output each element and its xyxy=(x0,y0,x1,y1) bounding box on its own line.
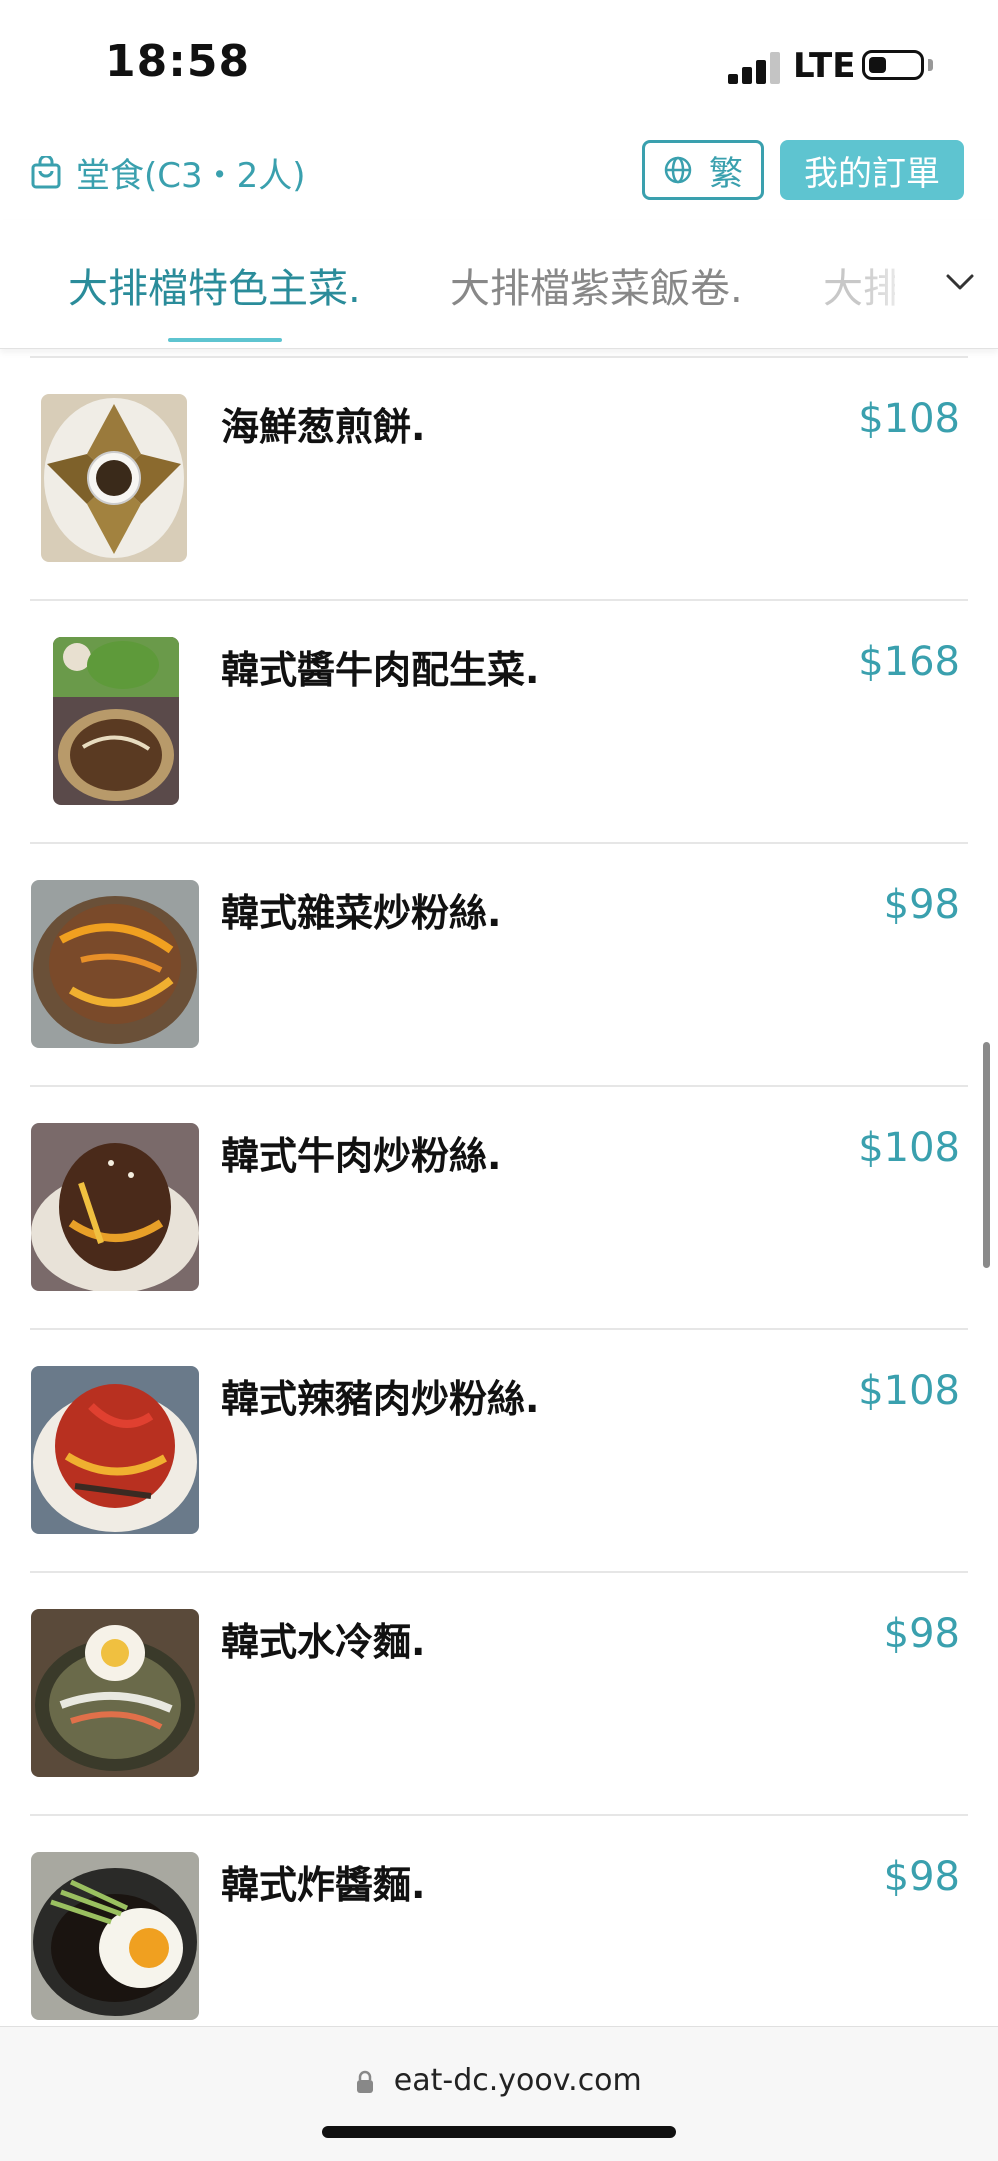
globe-icon xyxy=(664,156,692,184)
menu-item[interactable]: 韓式辣豬肉炒粉絲. $108 xyxy=(30,1330,968,1573)
my-orders-button[interactable]: 我的訂單 xyxy=(780,140,964,200)
dine-in-label: 堂食(C3・2人) xyxy=(76,156,306,196)
menu-item[interactable]: 韓式醬牛肉配生菜. $168 xyxy=(30,601,968,844)
japchae-photo xyxy=(31,880,199,1048)
scrollbar[interactable] xyxy=(983,1042,990,1268)
dish-name: 韓式雜菜炒粉絲. xyxy=(221,891,502,935)
battery-cap xyxy=(928,59,933,71)
dish-name: 海鮮葱煎餅. xyxy=(221,405,426,449)
category-tabs: 大排檔特色主菜. 大排檔紫菜飯卷. 大排 xyxy=(0,220,998,349)
dine-in-info[interactable]: 堂食(C3・2人) xyxy=(30,148,306,197)
menu-item[interactable]: 韓式水冷麵. $98 xyxy=(30,1573,968,1816)
jajangmyeon-photo xyxy=(31,1852,199,2020)
dish-name: 韓式牛肉炒粉絲. xyxy=(221,1134,502,1178)
dish-price: $108 xyxy=(858,1125,960,1171)
beef-japchae-photo xyxy=(31,1123,199,1291)
menu-item[interactable]: 韓式雜菜炒粉絲. $98 xyxy=(30,844,968,1087)
url-display[interactable]: eat-dc.yoov.com xyxy=(0,2063,998,2098)
seafood-pancake-photo xyxy=(41,394,187,562)
url-text: eat-dc.yoov.com xyxy=(393,2063,642,2098)
menu-item[interactable]: 海鮮葱煎餅. $108 xyxy=(30,358,968,601)
menu-item[interactable]: 韓式牛肉炒粉絲. $108 xyxy=(30,1087,968,1330)
braised-beef-lettuce-photo xyxy=(53,637,179,805)
network-type: LTE xyxy=(793,46,856,86)
dish-price: $108 xyxy=(858,1368,960,1414)
dish-price: $98 xyxy=(883,882,960,928)
language-button[interactable]: 繁 xyxy=(642,140,764,200)
dish-name: 韓式水冷麵. xyxy=(221,1620,426,1664)
dish-name: 韓式醬牛肉配生菜. xyxy=(221,648,540,692)
tab-fade xyxy=(860,220,998,348)
dish-price: $98 xyxy=(883,1611,960,1657)
cold-noodles-photo xyxy=(31,1609,199,1777)
language-label: 繁 xyxy=(709,153,743,194)
chevron-down-icon[interactable] xyxy=(944,270,976,294)
status-time: 18:58 xyxy=(105,36,251,87)
home-indicator[interactable] xyxy=(322,2126,676,2138)
dish-price: $98 xyxy=(883,1854,960,1900)
tab-kimbap[interactable]: 大排檔紫菜飯卷. xyxy=(450,256,743,314)
shopping-bag-icon xyxy=(31,155,61,188)
dish-price: $168 xyxy=(858,639,960,685)
tab-featured-mains[interactable]: 大排檔特色主菜. xyxy=(68,256,361,314)
status-bar: 18:58 LTE xyxy=(0,0,998,130)
dish-name: 韓式炸醬麵. xyxy=(221,1863,426,1907)
signal-icon xyxy=(728,52,782,84)
menu-item[interactable]: 韓式炸醬麵. $98 xyxy=(30,1816,968,2059)
spicy-pork-japchae-photo xyxy=(31,1366,199,1534)
dish-name: 韓式辣豬肉炒粉絲. xyxy=(221,1377,540,1421)
battery-icon xyxy=(862,50,924,80)
active-tab-indicator xyxy=(168,338,282,342)
browser-url-bar[interactable]: eat-dc.yoov.com xyxy=(0,2026,998,2161)
header: 堂食(C3・2人) 繁 我的訂單 xyxy=(0,130,998,220)
dish-price: $108 xyxy=(858,396,960,442)
lock-icon xyxy=(357,2070,374,2093)
